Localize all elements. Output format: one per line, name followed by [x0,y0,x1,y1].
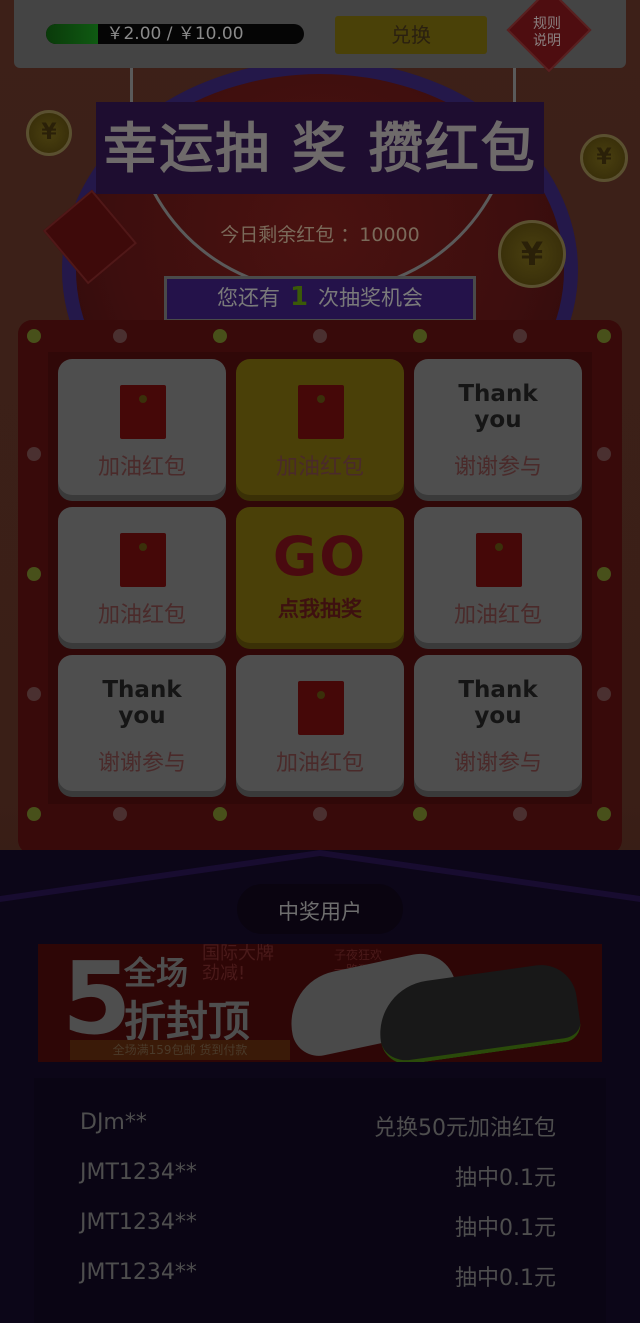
prize-cell-red-packet: 加油红包 [236,655,404,791]
winners-title: 中奖用户 [278,900,362,924]
envelope-clasp [317,395,325,403]
winner-user: JMT1234** [80,1210,197,1235]
redeem-button[interactable]: 兑换 [335,16,487,54]
prize-label: 加油红包 [97,603,186,628]
chance-suffix: 次抽奖机会 [318,286,424,310]
thank-you-title: Thank you [458,677,538,729]
balance-text: ￥2.00 / ￥10.00 [106,24,244,44]
board-light [513,807,527,821]
draw-label: 点我抽奖 [278,597,362,621]
board-light [113,329,127,343]
red-envelope-icon [120,533,166,587]
prize-cell-red-packet: 加油红包 [414,507,582,643]
promo-banner[interactable]: 5 全场 折封顶 国际大牌劲减! 子夜狂欢一路狂跌 全场满159包邮 货到付款 [38,944,602,1062]
prize-cell-red-packet: 加油红包 [58,507,226,643]
board-light [27,567,41,581]
board-light [213,807,227,821]
prize-label: 谢谢参与 [453,751,542,776]
board-light [27,447,41,461]
board-light [597,567,611,581]
winner-row: JMT1234** 抽中0.1元 [80,1260,560,1300]
chance-prefix: 您还有 [216,286,280,310]
yen-coin-icon: ¥ [498,220,566,288]
board-light [313,807,327,821]
prize-cell-thanks: Thank you 谢谢参与 [58,655,226,791]
red-envelope-icon [298,681,344,735]
prize-label: 谢谢参与 [97,751,186,776]
board-light [597,447,611,461]
red-envelope-icon [120,385,166,439]
prize-label: 加油红包 [453,603,542,628]
winner-user: DJm** [80,1110,147,1135]
envelope-clasp [139,395,147,403]
winner-prize: 抽中0.1元 [455,1216,556,1241]
envelope-clasp [317,691,325,699]
board-light [513,329,527,343]
yen-coin-icon: ¥ [580,134,628,182]
red-envelope-icon [476,533,522,587]
promo-line3: 国际大牌 劲减! [202,944,274,984]
rules-button[interactable]: 规则 说明 [506,0,592,73]
prize-label: 谢谢参与 [453,455,542,480]
page-title: 幸运抽 奖 攒红包 [103,117,537,180]
winner-row: JMT1234** 抽中0.1元 [80,1160,560,1200]
red-envelope-icon [298,385,344,439]
board-light [413,329,427,343]
promo-strip: 全场满159包邮 货到付款 [70,1040,290,1060]
prize-cell-thanks: Thank you 谢谢参与 [414,655,582,791]
board-light [27,807,41,821]
winner-prize: 抽中0.1元 [455,1166,556,1191]
go-label: GO [272,525,368,588]
envelope-clasp [495,543,503,551]
board-light [113,807,127,821]
envelope-clasp [139,543,147,551]
winner-prize: 兑换50元加油红包 [374,1116,556,1141]
chance-text: 您还有 1 次抽奖机会 [164,282,476,312]
lottery-page: 幸运抽 奖 攒红包 今日剩余红包 ：10000 ¥ ¥ ¥ 您还有 1 次抽奖机会 … [0,0,640,1323]
prize-label: 加油红包 [275,455,364,480]
winner-user: JMT1234** [80,1260,197,1285]
board-light [597,687,611,701]
board-light [597,807,611,821]
board-light [413,807,427,821]
winner-row: JMT1234** 抽中0.1元 [80,1210,560,1250]
winner-prize: 抽中0.1元 [455,1266,556,1291]
winner-user: JMT1234** [80,1160,197,1185]
thank-you-title: Thank you [458,381,538,433]
winner-row: DJm** 兑换50元加油红包 [80,1110,560,1150]
board-light [597,329,611,343]
balance-progress-bar: ￥2.00 / ￥10.00 [46,24,304,44]
board-light [213,329,227,343]
draw-go-button[interactable]: GO 点我抽奖 [236,507,404,643]
board-light [27,687,41,701]
promo-big-number: 5 [62,944,132,1057]
rules-label: 规则 说明 [533,16,561,49]
yen-coin-icon: ¥ [26,110,72,156]
prize-label: 加油红包 [275,751,364,776]
thank-you-title: Thank you [102,677,182,729]
prize-label: 加油红包 [97,455,186,480]
prize-cell-red-packet: 加油红包 [236,359,404,495]
board-light [313,329,327,343]
chance-count: 1 [289,282,309,312]
prize-cell-thanks: Thank you 谢谢参与 [414,359,582,495]
board-light [27,329,41,343]
prize-cell-red-packet: 加油红包 [58,359,226,495]
